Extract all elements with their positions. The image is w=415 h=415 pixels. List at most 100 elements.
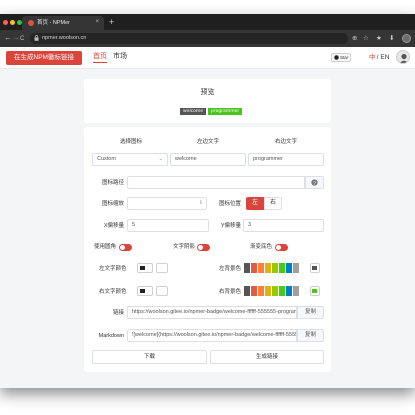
github-star-button[interactable]: Star — [331, 53, 351, 62]
swatch-2[interactable] — [258, 286, 264, 296]
left-bg-color-picker[interactable] — [310, 263, 320, 273]
nav-home-link[interactable]: 首页 — [93, 52, 107, 63]
swatch-5[interactable] — [279, 286, 285, 296]
right-text-color-label: 右文字颜色 — [99, 289, 127, 295]
help-icon-glyph: ? — [313, 180, 316, 186]
new-tab-button[interactable]: + — [109, 17, 114, 27]
extension-icon[interactable]: ★ — [376, 34, 382, 43]
right-text-color-picker[interactable] — [137, 286, 153, 296]
right-text-column-label: 右边文字 — [275, 139, 298, 145]
generate-badge-link-button[interactable]: 在生成NPM徽标链接 — [6, 51, 82, 65]
right-text-input[interactable]: programmer — [248, 153, 324, 166]
left-text-column-label: 左边文字 — [197, 139, 220, 145]
gradient-background-toggle[interactable] — [275, 244, 288, 251]
help-icon[interactable]: ? — [305, 176, 324, 189]
swatch-5[interactable] — [279, 263, 285, 273]
icon-select-value: Custom — [97, 156, 116, 162]
icon-scale-input[interactable]: ⇕ — [127, 197, 207, 210]
back-icon[interactable]: ← — [4, 33, 12, 43]
icon-position-right-button[interactable]: 右 — [264, 197, 282, 210]
user-avatar[interactable] — [396, 50, 410, 64]
right-bg-swatches — [244, 286, 310, 296]
swatch-6[interactable] — [286, 286, 292, 296]
question-circle-icon: ? — [311, 179, 318, 186]
profile-avatar-icon[interactable] — [402, 34, 411, 43]
close-window-button[interactable] — [3, 20, 8, 25]
gradient-background-label: 渐变底色 — [250, 244, 273, 250]
minimize-window-button[interactable] — [10, 20, 15, 25]
generate-link-button[interactable]: 生成链接 — [210, 350, 324, 364]
tab-close-icon[interactable]: × — [95, 17, 99, 27]
swatch-4[interactable] — [272, 286, 278, 296]
address-bar[interactable]: npmer.woolson.cn — [30, 33, 348, 44]
tab-strip: 首页 - NPMer × + — [0, 14, 415, 30]
link-label: 链接 — [112, 310, 124, 316]
swatch-0[interactable] — [244, 263, 250, 273]
swatch-4[interactable] — [272, 263, 278, 273]
swatch-2[interactable] — [258, 263, 264, 273]
avatar-icon — [399, 53, 409, 63]
swatch-1[interactable] — [251, 263, 257, 273]
icon-path-label: 图标路径 — [101, 180, 124, 186]
nav-market-link[interactable]: 市场 — [113, 52, 127, 62]
screen: 首页 - NPMer × + ← → C npmer.woolson.cn ⊕ … — [0, 0, 415, 415]
github-icon — [333, 55, 339, 60]
forward-icon[interactable]: → — [12, 33, 20, 43]
color-swatch — [140, 266, 145, 270]
icon-select[interactable]: Custom ⌄ — [92, 153, 168, 166]
icon-path-input[interactable] — [127, 176, 305, 189]
browser-tab[interactable]: 首页 - NPMer × — [22, 16, 104, 30]
left-text-color-white[interactable] — [156, 263, 168, 273]
left-text-color-label: 左文字颜色 — [99, 266, 127, 272]
y-offset-input[interactable]: 3 — [243, 219, 324, 232]
text-shadow-toggle[interactable] — [197, 244, 210, 251]
x-offset-label: X偏移量 — [103, 223, 124, 229]
icon-position-left-button[interactable]: 左 — [246, 197, 264, 210]
right-text-color-white[interactable] — [156, 286, 168, 296]
color-swatch — [140, 289, 145, 293]
lang-en-link[interactable]: / EN — [375, 53, 390, 63]
copy-markdown-button[interactable]: 复制 — [297, 329, 324, 342]
color-swatch — [312, 266, 317, 270]
lock-icon — [34, 35, 39, 41]
site-info-icon[interactable]: ⊕ — [352, 34, 357, 43]
left-bg-color-label: 左背景色 — [219, 266, 242, 272]
stepper-icon[interactable]: ⇕ — [199, 198, 203, 209]
rounded-corners-toggle[interactable] — [119, 244, 132, 251]
star-label: Star — [340, 55, 349, 60]
left-text-color-picker[interactable] — [137, 263, 153, 273]
swatch-1[interactable] — [251, 286, 257, 296]
chevron-down-icon: ⌄ — [158, 156, 163, 162]
swatch-7[interactable] — [293, 263, 299, 273]
swatch-3[interactable] — [265, 263, 271, 273]
left-text-input[interactable]: welcome — [170, 153, 246, 166]
preview-title: 预览 — [200, 89, 215, 96]
preview-card: 预览 welcome programmer — [84, 79, 331, 123]
icon-scale-label: 图标缩放 — [101, 201, 124, 207]
markdown-label: Markdown — [98, 333, 124, 339]
badge-left: welcome — [180, 108, 207, 115]
right-bg-color-label: 右背景色 — [219, 289, 242, 295]
swatch-0[interactable] — [244, 286, 250, 296]
right-bg-color-picker[interactable] — [310, 286, 320, 296]
bookmark-star-icon[interactable]: ☆ — [363, 34, 369, 43]
download-button[interactable]: 下载 — [92, 350, 207, 364]
left-bg-swatches — [244, 263, 310, 273]
badge-right: programmer — [208, 108, 243, 115]
link-output[interactable]: https://woolson.gitee.io/npmer-badge/wel… — [127, 306, 297, 319]
swatch-6[interactable] — [286, 263, 292, 273]
swatch-3[interactable] — [265, 286, 271, 296]
icon-position-label: 图标位置 — [218, 201, 241, 207]
rounded-corners-label: 使用圆角 — [94, 244, 117, 250]
favicon-icon — [28, 20, 34, 26]
color-swatch — [312, 289, 317, 293]
markdown-output[interactable]: ![welcome](https://woolson.gitee.io/npme… — [127, 329, 297, 342]
copy-link-button[interactable]: 复制 — [297, 306, 324, 319]
url-text: npmer.woolson.cn — [42, 35, 87, 41]
swatch-7[interactable] — [293, 286, 299, 296]
x-offset-input[interactable]: 5 — [127, 219, 209, 232]
text-shadow-label: 文字阴影 — [173, 244, 196, 250]
download-icon[interactable]: ⬇ — [389, 34, 394, 43]
reload-icon[interactable]: C — [20, 34, 24, 44]
tab-title: 首页 - NPMer — [37, 20, 71, 26]
